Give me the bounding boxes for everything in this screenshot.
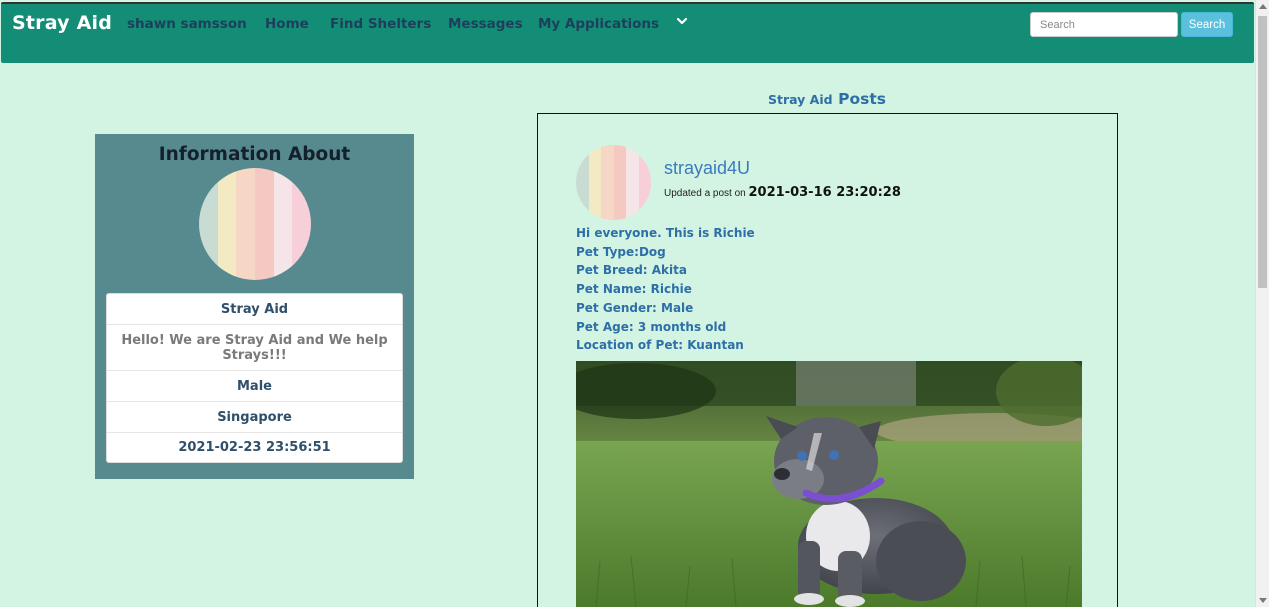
post-body: Hi everyone. This is Richie Pet Type:Dog… xyxy=(576,224,755,355)
post-author-username[interactable]: strayaid4U xyxy=(664,158,750,179)
post-updated-prefix: Updated a post on xyxy=(664,188,746,199)
profile-location: Singapore xyxy=(107,402,402,433)
profile-info-list: Stray Aid Hello! We are Stray Aid and We… xyxy=(106,293,403,463)
posts-heading-label: Posts xyxy=(838,90,887,108)
nav-user-link[interactable]: shawn samsson xyxy=(127,16,247,32)
profile-avatar xyxy=(199,168,311,280)
profile-card: Information About Stray Aid Hello! We ar… xyxy=(95,134,414,479)
scrollbar-thumb[interactable] xyxy=(1258,16,1267,288)
puppy-photo-icon xyxy=(576,361,1082,607)
chevron-down-icon[interactable] xyxy=(675,14,689,28)
post-line-location: Location of Pet: Kuantan xyxy=(576,338,744,353)
post-line-pet-type: Pet Type:Dog xyxy=(576,244,666,259)
post-updated-line: Updated a post on 2021-03-16 23:20:28 xyxy=(664,185,901,200)
post-line-greeting: Hi everyone. This is Richie xyxy=(576,226,755,240)
post-updated-date: 2021-03-16 23:20:28 xyxy=(748,185,901,200)
scroll-up-arrow-icon[interactable] xyxy=(1259,4,1267,9)
post-line-pet-age: Pet Age: 3 months old xyxy=(576,319,727,334)
profile-gender: Male xyxy=(107,371,402,402)
search-input[interactable] xyxy=(1030,12,1178,37)
post-line-pet-gender: Pet Gender: Male xyxy=(576,300,694,315)
scroll-down-arrow-icon[interactable] xyxy=(1259,598,1267,603)
profile-joined-date: 2021-02-23 23:56:51 xyxy=(178,440,331,455)
search-button[interactable]: Search xyxy=(1181,12,1233,37)
profile-title: Information About xyxy=(158,144,351,165)
nav-my-applications-link[interactable]: My Applications xyxy=(538,16,659,32)
nav-home-link[interactable]: Home xyxy=(265,16,309,32)
page-scrollbar[interactable] xyxy=(1255,0,1269,607)
post-line-pet-name: Pet Name: Richie xyxy=(576,282,692,297)
nav-messages-link[interactable]: Messages xyxy=(448,16,523,32)
brand-logo[interactable]: Stray Aid xyxy=(12,12,112,34)
posts-heading-owner: Stray Aid xyxy=(767,92,833,107)
profile-bio: Hello! We are Stray Aid and We help Stra… xyxy=(107,325,402,371)
profile-name: Stray Aid xyxy=(107,294,402,325)
navbar: Stray Aid shawn samsson Home Find Shelte… xyxy=(1,2,1254,63)
posts-heading: Stray Aid Posts xyxy=(537,89,1117,108)
post-pet-photo[interactable] xyxy=(576,361,1082,607)
post-line-pet-breed: Pet Breed: Akita xyxy=(576,263,687,278)
nav-find-shelters-link[interactable]: Find Shelters xyxy=(330,16,431,32)
post-author-avatar[interactable] xyxy=(576,145,651,220)
